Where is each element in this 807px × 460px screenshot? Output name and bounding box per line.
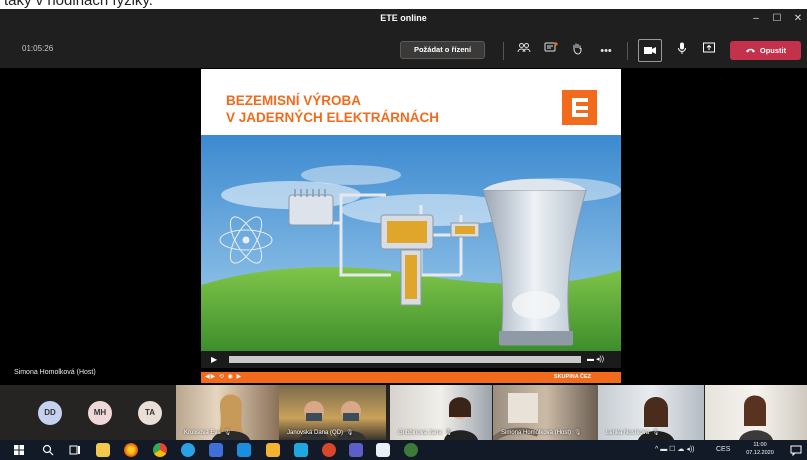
windows-taskbar: ^ ▬ ☐ ☁ ◂)) CES 11:00 07.12.2020 [0, 440, 807, 460]
internet-explorer-icon[interactable] [237, 443, 251, 457]
clock-time: 11:00 [753, 442, 767, 448]
firefox-icon[interactable] [124, 443, 138, 457]
video-player-bar: ▶ ▬ ◂)) [201, 351, 621, 368]
mic-icon: 🎙 [652, 430, 660, 436]
leave-meeting-button[interactable]: Opustit [730, 41, 801, 60]
shared-slide: BEZEMISNÍ VÝROBA V JADERNÝCH ELEKTRÁRNÁC… [201, 69, 621, 368]
slide-navigation-strip: ◀▶ ⟲ ◉ ▶ SKUPINA ČEZ [201, 372, 621, 383]
slide-footer-brand: SKUPINA ČEZ [553, 374, 591, 380]
more-actions-icon[interactable]: ••• [597, 42, 615, 60]
participants-icon[interactable] [515, 42, 533, 60]
notifications-icon[interactable] [789, 443, 803, 457]
file-explorer-icon[interactable] [96, 443, 110, 457]
document-caption: taky v hodinách fyziky. [0, 0, 807, 9]
toolbar-divider [503, 42, 504, 60]
slide-title: BEZEMISNÍ VÝROBA V JADERNÝCH ELEKTRÁRNÁC… [226, 92, 439, 126]
participant-video-tile[interactable]: Kruliśová Eva 🎙 [176, 385, 279, 440]
play-icon[interactable]: ▶ [211, 354, 221, 365]
participant-name: Lenka Nosíková 🎙 [606, 430, 660, 436]
participant-avatar[interactable]: MH [88, 401, 112, 425]
mic-icon: 🎙 [444, 430, 453, 436]
screenshot-root: taky v hodinách fyziky. ETE online – ☐ ✕… [0, 0, 807, 460]
task-view-icon[interactable] [68, 443, 82, 457]
search-icon[interactable] [41, 443, 55, 457]
slide-title-line-1: BEZEMISNÍ VÝROBA [226, 93, 362, 108]
chat-icon[interactable] [542, 42, 560, 60]
microphone-icon[interactable] [673, 42, 691, 60]
mic-icon: 🎙 [574, 430, 582, 436]
participant-name: Janovská Dana (QD) 🎙 [287, 430, 354, 436]
participants-strip: DD MH TA Kruliśová Eva 🎙 Janovská Dana (Q… [0, 385, 807, 440]
participant-video-tile[interactable]: Simona Homolková (Host) 🎙 [493, 385, 598, 440]
input-language[interactable]: CES [716, 445, 730, 455]
participant-avatar[interactable]: TA [138, 401, 162, 425]
outlook-icon[interactable] [209, 443, 223, 457]
request-control-button[interactable]: Požádat o řízení [400, 41, 485, 59]
share-screen-icon[interactable] [700, 42, 718, 60]
app-icon[interactable] [404, 443, 418, 457]
windows-start-icon[interactable] [12, 443, 26, 457]
leave-meeting-label: Opustit [759, 46, 787, 55]
video-camera-icon [644, 47, 656, 54]
taskbar-clock[interactable]: 11:00 07.12.2020 [742, 442, 778, 457]
teams-icon[interactable] [349, 443, 363, 457]
media-app-icon[interactable] [322, 443, 336, 457]
chrome-icon[interactable] [153, 443, 167, 457]
minimize-button[interactable]: – [748, 12, 764, 26]
slide-navigation-controls[interactable]: ◀▶ ⟲ ◉ ▶ [205, 373, 242, 382]
photos-icon[interactable] [376, 443, 390, 457]
participant-video-tile[interactable]: Lenka Nosíková 🎙 [598, 385, 704, 440]
participant-name: Gribbinová Jana 🎙 [398, 430, 453, 436]
slide-title-line-2: V JADERNÝCH ELEKTRÁRNÁCH [226, 110, 440, 125]
window-titlebar: ETE online – ☐ ✕ [0, 9, 807, 30]
nuclear-plant-illustration [201, 135, 621, 354]
participant-avatar[interactable]: DD [38, 401, 62, 425]
meeting-toolbar: 01:05:26 Požádat o řízení ••• Opustit [0, 30, 807, 68]
participant-video-tile[interactable]: Janovská Dana (QD) 🎙 [279, 385, 386, 440]
close-button[interactable]: ✕ [790, 12, 806, 26]
clock-date: 07.12.2020 [746, 449, 774, 456]
tray-icons[interactable]: ^ ▬ ☐ ☁ ◂)) [655, 445, 695, 455]
window-title: ETE online [380, 13, 427, 23]
participant-name: Kruliśová Eva 🎙 [184, 430, 232, 436]
meeting-timer: 01:05:26 [22, 44, 54, 53]
participant-video-tile[interactable]: Gribbinová Jana 🎙 [390, 385, 492, 440]
mic-icon: 🎙 [346, 430, 354, 436]
toolbar-divider [627, 42, 628, 60]
participant-name: Simona Homolková (Host) 🎙 [501, 430, 582, 436]
presenter-name-label: Simona Homolková (Host) [14, 369, 96, 376]
raise-hand-icon[interactable] [568, 42, 586, 60]
volume-icon[interactable]: ▬ ◂)) [587, 354, 604, 365]
skype-icon[interactable] [294, 443, 308, 457]
video-progress-track[interactable] [229, 356, 581, 363]
participant-video-tile[interactable] [705, 385, 807, 440]
sticky-notes-icon[interactable] [266, 443, 280, 457]
cez-logo [562, 90, 597, 125]
edge-icon[interactable] [181, 443, 195, 457]
maximize-button[interactable]: ☐ [769, 12, 785, 26]
hang-up-icon [745, 41, 756, 60]
mic-icon: 🎙 [223, 430, 232, 436]
camera-toggle-button[interactable] [638, 39, 662, 62]
